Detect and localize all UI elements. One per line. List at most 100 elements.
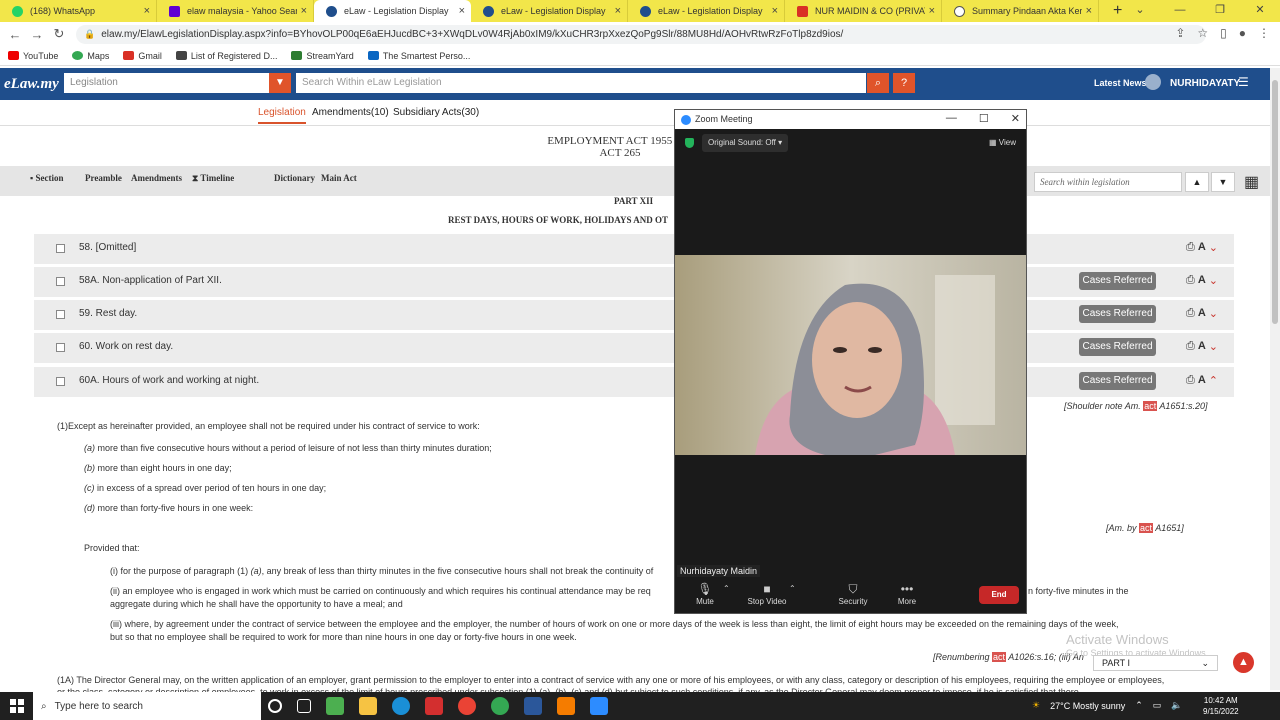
chevron-up-icon[interactable]: ⌃ <box>1135 700 1143 711</box>
section-title[interactable]: 60. Work on rest day. <box>79 341 173 352</box>
security-button[interactable]: ⛉ Security <box>823 582 883 606</box>
maximize-icon[interactable]: ☐ <box>979 112 989 125</box>
print-icon[interactable]: ⎙ <box>1186 241 1195 254</box>
kebab-menu-icon[interactable]: ⋮ <box>1258 26 1270 40</box>
print-icon[interactable]: ⎙ <box>1186 340 1195 353</box>
toolbar-timeline[interactable]: ⧗ Timeline <box>192 173 234 184</box>
chrome-profile-icon[interactable] <box>491 697 509 715</box>
toolbar-main-act[interactable]: Main Act <box>321 173 357 183</box>
prev-result-icon[interactable]: ▲ <box>1185 172 1209 192</box>
back-icon[interactable]: ← <box>4 27 26 42</box>
hamburger-menu-icon[interactable]: ☰ <box>1238 75 1249 89</box>
tab-subsidiary-acts[interactable]: Subsidiary Acts(30) <box>393 107 479 118</box>
close-icon[interactable]: × <box>301 5 307 17</box>
section-checkbox[interactable] <box>56 277 65 286</box>
snipping-tool-icon[interactable] <box>557 697 575 715</box>
windows-start-icon[interactable] <box>10 699 24 713</box>
elaw-logo[interactable]: eLaw.my <box>0 76 64 93</box>
task-view-icon[interactable] <box>297 699 311 713</box>
bookmark-maps[interactable]: Maps <box>72 51 109 61</box>
section-row[interactable]: 58. [Omitted] ⎙ A ⌄ <box>34 234 1234 264</box>
grid-menu-icon[interactable]: ▦ <box>1244 172 1259 192</box>
section-title[interactable]: 59. Rest day. <box>79 308 137 319</box>
search-icon[interactable]: ⌕ <box>867 73 889 93</box>
bookmark-registered[interactable]: List of Registered D... <box>175 51 277 61</box>
star-icon[interactable]: ☆ <box>1197 26 1208 40</box>
close-icon[interactable]: × <box>772 5 778 17</box>
font-size-icon[interactable]: A <box>1198 374 1206 387</box>
print-icon[interactable]: ⎙ <box>1186 307 1195 320</box>
chevron-down-icon[interactable]: ▼ <box>269 73 291 93</box>
profile-avatar[interactable]: ● <box>1239 26 1246 40</box>
tab-amendments[interactable]: Amendments(10) <box>312 107 389 118</box>
section-row[interactable]: 59. Rest day. Cases Referred ⎙ A ⌄ <box>34 300 1234 330</box>
chevron-up-icon[interactable]: ⌃ <box>1209 374 1218 387</box>
close-icon[interactable]: × <box>615 5 621 17</box>
part-select[interactable]: PART I ⌄ <box>1093 655 1218 671</box>
username[interactable]: NURHIDAYATY <box>1170 78 1240 89</box>
font-size-icon[interactable]: A <box>1198 241 1206 254</box>
close-icon[interactable]: × <box>144 5 150 17</box>
section-title[interactable]: 58. [Omitted] <box>79 242 136 253</box>
bookmark-linkedin[interactable]: The Smartest Perso... <box>367 51 470 61</box>
bookmark-streamyard[interactable]: StreamYard <box>291 51 354 61</box>
browser-tab-yahoo[interactable]: elaw malaysia - Yahoo Search Re × <box>157 0 314 22</box>
restore-icon[interactable]: ❐ <box>1200 0 1240 22</box>
taskbar-search-input[interactable]: ⌕ Type here to search <box>33 692 261 720</box>
chevron-down-icon[interactable]: ⌄ <box>1120 0 1160 22</box>
view-button[interactable]: ▦ View <box>989 138 1016 147</box>
font-size-icon[interactable]: A <box>1198 274 1206 287</box>
bookmark-youtube[interactable]: YouTube <box>8 51 58 61</box>
close-window-icon[interactable]: ✕ <box>1240 0 1280 22</box>
legislation-select[interactable]: Legislation <box>64 73 269 93</box>
chevron-down-icon[interactable]: ⌄ <box>1209 340 1218 353</box>
word-icon[interactable] <box>524 697 542 715</box>
share-icon[interactable]: ⇪ <box>1175 26 1185 40</box>
section-checkbox[interactable] <box>56 343 65 352</box>
toolbar-section[interactable]: ▪ Section <box>30 173 63 183</box>
zoom-app-icon[interactable] <box>590 697 608 715</box>
minimize-icon[interactable]: — <box>1160 0 1200 22</box>
cases-referred-button[interactable]: Cases Referred <box>1079 372 1156 390</box>
section-checkbox[interactable] <box>56 310 65 319</box>
more-button[interactable]: ••• More <box>877 582 937 606</box>
bookmark-gmail[interactable]: Gmail <box>123 51 162 61</box>
legislation-search-input[interactable]: Search Within eLaw Legislation <box>296 73 866 93</box>
cortana-icon[interactable] <box>268 699 282 713</box>
latest-news-link[interactable]: Latest News <box>1094 78 1147 88</box>
section-row[interactable]: 60. Work on rest day. Cases Referred ⎙ A ⌄ <box>34 333 1234 363</box>
cases-referred-button[interactable]: Cases Referred <box>1079 272 1156 290</box>
chevron-down-icon[interactable]: ⌄ <box>1209 241 1218 254</box>
chevron-down-icon[interactable]: ⌄ <box>1209 274 1218 287</box>
zoom-meeting-window[interactable]: Zoom Meeting — ☐ ✕ Original Sound: Off ▾… <box>674 109 1027 614</box>
tab-legislation[interactable]: Legislation <box>258 107 306 124</box>
network-icon[interactable]: ▭ <box>1153 700 1162 711</box>
end-meeting-button[interactable]: End <box>979 586 1019 604</box>
user-avatar[interactable] <box>1145 74 1161 90</box>
chevron-up-icon[interactable]: ⌃ <box>723 584 730 593</box>
browser-tab-whatsapp[interactable]: (168) WhatsApp × <box>0 0 157 22</box>
edge-icon[interactable] <box>392 697 410 715</box>
original-sound-toggle[interactable]: Original Sound: Off ▾ <box>702 134 789 152</box>
chevron-down-icon[interactable]: ⌄ <box>1209 307 1218 320</box>
reload-icon[interactable]: ↻ <box>48 26 70 42</box>
section-title[interactable]: 60A. Hours of work and working at night. <box>79 375 259 386</box>
pdf-reader-icon[interactable] <box>425 697 443 715</box>
file-explorer-icon[interactable] <box>359 697 377 715</box>
search-within-legislation-input[interactable]: Search within legislation <box>1034 172 1182 192</box>
section-row[interactable]: 58A. Non-application of Part XII. Cases … <box>34 267 1234 297</box>
print-icon[interactable]: ⎙ <box>1186 374 1195 387</box>
url-field[interactable]: 🔒 elaw.my/ElawLegislationDisplay.aspx?in… <box>76 25 1206 44</box>
weather-text[interactable]: 27°C Mostly sunny <box>1050 701 1125 711</box>
sidepanel-icon[interactable]: ▯ <box>1220 26 1227 40</box>
browser-tab-elaw-active[interactable]: eLaw - Legislation Display × <box>314 0 471 22</box>
browser-tab-pdf[interactable]: Summary Pindaan Akta Kerja.p × <box>942 0 1099 22</box>
browser-tab-gmail[interactable]: NUR MAIDIN & CO (PRIVATE) - × <box>785 0 942 22</box>
toolbar-amendments[interactable]: Amendments <box>131 173 182 183</box>
taskbar-clock[interactable]: 10:42 AM 9/15/2022 <box>1203 695 1239 717</box>
close-icon[interactable]: × <box>459 5 465 17</box>
toolbar-preamble[interactable]: Preamble <box>85 173 122 183</box>
section-title[interactable]: 58A. Non-application of Part XII. <box>79 275 222 286</box>
toolbar-dictionary[interactable]: Dictionary <box>274 173 315 183</box>
speaker-icon[interactable]: 🔈 <box>1171 700 1182 711</box>
